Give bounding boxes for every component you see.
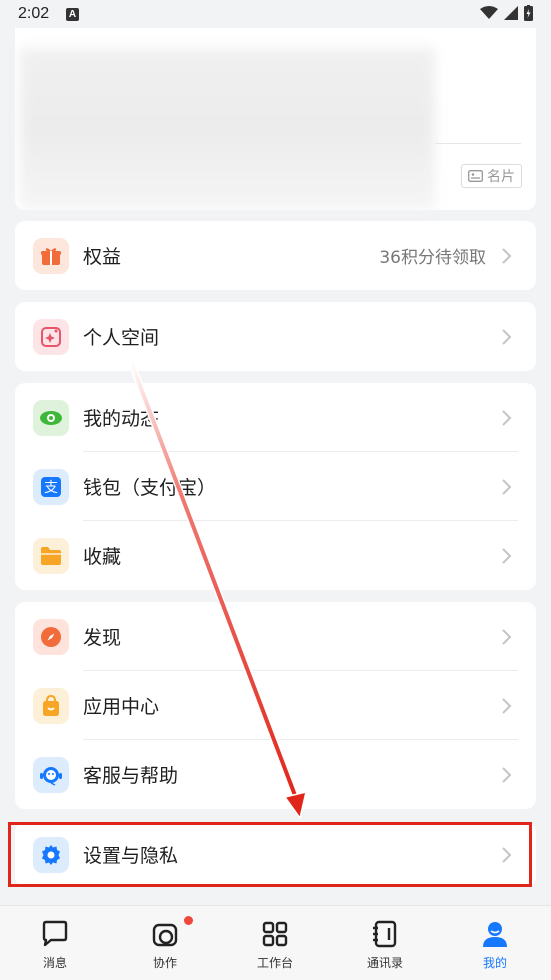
chevron-right-icon bbox=[502, 409, 512, 426]
folder-icon bbox=[33, 537, 69, 574]
alipay-icon: 支 bbox=[33, 468, 69, 505]
chevron-right-icon bbox=[502, 766, 512, 783]
tab-label: 协作 bbox=[152, 956, 177, 970]
notification-icon: A bbox=[66, 8, 79, 21]
notification-dot bbox=[184, 916, 193, 925]
battery-icon bbox=[524, 5, 533, 21]
tab-me[interactable]: 我的 bbox=[440, 906, 550, 980]
highlight-box bbox=[8, 822, 532, 887]
status-time: 2:02 bbox=[18, 5, 50, 22]
rights-label: 权益 bbox=[83, 246, 122, 268]
svg-text:支: 支 bbox=[44, 480, 58, 496]
personal-space-row[interactable]: 个人空间 bbox=[15, 302, 536, 371]
profile-card[interactable]: 名片 bbox=[15, 28, 536, 210]
tab-label: 我的 bbox=[482, 956, 507, 970]
sparkle-icon bbox=[33, 318, 69, 355]
personal-space-card[interactable]: 个人空间 bbox=[15, 302, 536, 371]
group-two-card: 发现 应用中心 客服与帮助 bbox=[15, 602, 536, 809]
list-item-label: 应用中心 bbox=[83, 696, 160, 718]
list-item-favorites[interactable]: 收藏 bbox=[15, 521, 536, 590]
list-item-label: 钱包（支付宝） bbox=[83, 477, 217, 499]
tab-messages[interactable]: 消息 bbox=[0, 906, 110, 980]
list-item-label: 客服与帮助 bbox=[83, 765, 179, 787]
chevron-right-icon bbox=[502, 478, 512, 495]
group-one-card: 我的动态 支 钱包（支付宝） 收藏 bbox=[15, 383, 536, 590]
chevron-right-icon bbox=[502, 547, 512, 564]
tab-contacts[interactable]: 通讯录 bbox=[330, 906, 440, 980]
bag-icon bbox=[33, 687, 69, 724]
tab-collaboration[interactable]: 协作 bbox=[110, 906, 220, 980]
rights-card[interactable]: 权益 36积分待领取 bbox=[15, 221, 536, 290]
divider bbox=[435, 143, 521, 144]
tab-workbench[interactable]: 工作台 bbox=[220, 906, 330, 980]
name-card-button[interactable]: 名片 bbox=[461, 164, 522, 188]
name-card-label: 名片 bbox=[487, 169, 515, 185]
chevron-right-icon bbox=[502, 328, 512, 345]
list-item-wallet[interactable]: 支 钱包（支付宝） bbox=[15, 452, 536, 521]
chat-bubble-icon bbox=[42, 920, 68, 947]
contacts-icon bbox=[373, 920, 397, 948]
wifi-icon bbox=[480, 6, 498, 19]
status-indicators bbox=[480, 5, 533, 21]
list-item-discover[interactable]: 发现 bbox=[15, 602, 536, 671]
chevron-right-icon bbox=[502, 247, 512, 264]
chevron-right-icon bbox=[502, 628, 512, 645]
gift-icon bbox=[33, 237, 69, 274]
rights-row[interactable]: 权益 36积分待领取 bbox=[15, 221, 536, 290]
list-item-my-moments[interactable]: 我的动态 bbox=[15, 383, 536, 452]
grid-icon bbox=[262, 921, 288, 947]
points-text: 36积分待领取 bbox=[379, 248, 486, 268]
bottom-tab-bar: 消息 协作 工作台 通讯录 我的 bbox=[0, 905, 551, 980]
chevron-right-icon bbox=[502, 697, 512, 714]
profile-icon bbox=[483, 922, 507, 947]
list-item-label: 发现 bbox=[83, 627, 122, 649]
personal-space-label: 个人空间 bbox=[83, 327, 160, 349]
status-bar: 2:02 A bbox=[0, 0, 551, 30]
eye-icon bbox=[33, 399, 69, 436]
tab-label: 工作台 bbox=[256, 956, 293, 970]
id-card-icon bbox=[468, 170, 483, 182]
tab-label: 消息 bbox=[42, 956, 67, 970]
compass-icon bbox=[33, 618, 69, 655]
headset-icon bbox=[33, 756, 69, 793]
profile-blurred-area bbox=[20, 48, 435, 210]
list-item-label: 收藏 bbox=[83, 546, 122, 568]
collab-icon bbox=[152, 923, 178, 947]
list-item-customer-service[interactable]: 客服与帮助 bbox=[15, 740, 536, 809]
tab-label: 通讯录 bbox=[366, 956, 403, 970]
list-item-label: 我的动态 bbox=[83, 408, 160, 430]
signal-icon bbox=[504, 6, 518, 20]
list-item-app-center[interactable]: 应用中心 bbox=[15, 671, 536, 740]
